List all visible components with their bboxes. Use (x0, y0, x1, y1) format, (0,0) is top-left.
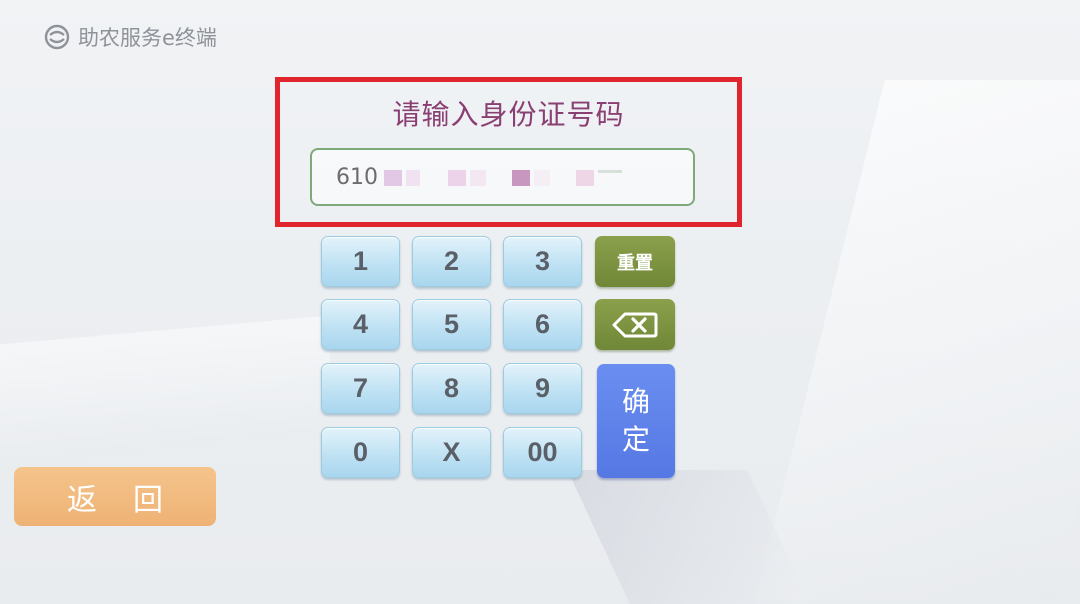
background-decoration (0, 315, 330, 465)
reset-button[interactable]: 重置 (595, 236, 675, 287)
key-9[interactable]: 9 (503, 363, 582, 414)
service-logo-icon (44, 24, 70, 50)
backspace-icon (612, 312, 658, 337)
confirm-label-top: 确 (621, 385, 650, 418)
background-decoration (567, 470, 813, 604)
key-8[interactable]: 8 (412, 363, 491, 414)
id-prompt-label: 请输入身份证号码 (392, 98, 625, 131)
background-decoration (755, 80, 1080, 600)
key-00[interactable]: 00 (503, 427, 582, 478)
back-button[interactable]: 返回 (14, 467, 216, 526)
brand-header: 助农服务e终端 (44, 22, 217, 52)
backspace-button[interactable] (595, 299, 675, 350)
key-3[interactable]: 3 (503, 236, 582, 287)
key-2[interactable]: 2 (412, 236, 491, 287)
masked-digits (384, 168, 634, 186)
key-x[interactable]: X (412, 427, 491, 478)
key-5[interactable]: 5 (412, 299, 491, 350)
key-7[interactable]: 7 (321, 363, 400, 414)
key-1[interactable]: 1 (321, 236, 400, 287)
id-number-value: 610 (336, 164, 378, 190)
key-6[interactable]: 6 (503, 299, 582, 350)
confirm-button[interactable]: 确 定 (597, 364, 675, 478)
key-4[interactable]: 4 (321, 299, 400, 350)
confirm-label-bottom: 定 (621, 423, 650, 456)
id-number-input[interactable]: 610 (310, 148, 695, 206)
id-entry-screen: 助农服务e终端 请输入身份证号码 610 1 2 3 4 5 6 7 8 9 0… (0, 0, 1080, 604)
key-0[interactable]: 0 (321, 427, 400, 478)
brand-name: 助农服务e终端 (78, 26, 217, 50)
